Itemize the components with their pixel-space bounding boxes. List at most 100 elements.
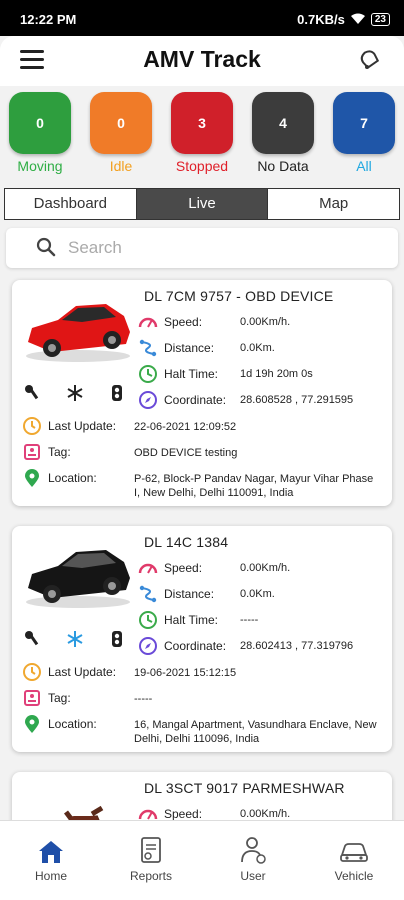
vehicle-card[interactable]: DL 14C 1384 Speed: 0.00Km/h. Distance: 0… [12, 526, 392, 752]
clock-icon [139, 611, 157, 629]
clock-icon [23, 417, 41, 435]
last-update-value: 22-06-2021 12:09:52 [134, 421, 237, 433]
tag-value: OBD DEVICE testing [134, 447, 238, 459]
nav-vehicle[interactable]: Vehicle [314, 831, 394, 883]
speed-row: Speed: 0.00Km/h. [138, 312, 388, 332]
status-filter-all[interactable]: 7 All [332, 92, 396, 174]
clock-icon [23, 663, 41, 681]
speedometer-icon [138, 317, 158, 328]
coordinate-row: Coordinate: 28.608528 , 77.291595 [138, 390, 388, 410]
tab-live[interactable]: Live [136, 189, 269, 219]
status-label: No Data [257, 158, 309, 174]
search-icon [36, 237, 56, 262]
compass-icon [139, 637, 157, 655]
view-tabs: Dashboard Live Map [4, 188, 400, 220]
notification-bell-icon[interactable] [358, 48, 382, 77]
network-speed-text: 0.7KB/s [297, 12, 345, 27]
halt-time-label: Halt Time: [164, 367, 219, 381]
nav-label: Reports [129, 869, 173, 883]
ac-snowflake-icon [67, 385, 83, 401]
nav-label: User [240, 869, 266, 883]
home-icon [11, 831, 91, 865]
status-filter-no-data[interactable]: 4 No Data [251, 92, 315, 174]
distance-row: Distance: 0.0Km. [138, 338, 388, 358]
search-bar [6, 228, 398, 268]
location-value: P-62, Block-P Pandav Nagar, Mayur Vihar … [134, 473, 374, 499]
clock-icon [139, 365, 157, 383]
location-label: Location: [48, 717, 97, 731]
bottom-navigation: Home Reports User Vehicle [0, 820, 404, 900]
clock-text: 12:22 PM [20, 12, 77, 27]
halt-time-row: Halt Time: ----- [138, 610, 388, 630]
status-label: All [356, 158, 372, 174]
speedometer-icon [138, 563, 158, 574]
car-image-icon [26, 550, 130, 608]
distance-label: Distance: [164, 587, 215, 601]
status-filter-stopped[interactable]: 3 Stopped [170, 92, 234, 174]
halt-time-value: ----- [240, 614, 259, 626]
status-tile: 4 [252, 92, 314, 154]
location-pin-icon [25, 469, 39, 487]
location-label: Location: [48, 471, 97, 485]
halt-time-label: Halt Time: [164, 613, 219, 627]
coordinate-label: Coordinate: [164, 639, 227, 653]
vehicle-icon [314, 831, 394, 865]
app-header: AMV Track [0, 36, 404, 86]
nav-user[interactable]: User [213, 831, 293, 883]
coordinate-label: Coordinate: [164, 393, 227, 407]
tag-label: Tag: [48, 445, 71, 459]
nav-label: Home [34, 869, 67, 883]
tag-icon [24, 690, 40, 706]
status-tile: 0 [9, 92, 71, 154]
coordinate-value: 28.602413 , 77.319796 [240, 640, 354, 652]
halt-time-row: Halt Time: 1d 19h 20m 0s [138, 364, 388, 384]
nav-label: Vehicle [334, 869, 374, 883]
wifi-icon [350, 12, 365, 27]
speed-value: 0.00Km/h. [240, 562, 291, 574]
ac-snowflake-icon [67, 631, 83, 647]
status-tile: 7 [333, 92, 395, 154]
reports-icon [111, 831, 191, 865]
last-update-label: Last Update: [48, 665, 117, 679]
system-status-bar: 12:22 PM 0.7KB/s 23 [0, 0, 404, 36]
status-label: Moving [17, 158, 63, 174]
battery-indicator: 23 [370, 13, 390, 26]
door-status-icon [112, 385, 122, 401]
status-label: Idle [109, 158, 133, 174]
coordinate-row: Coordinate: 28.602413 , 77.319796 [138, 636, 388, 656]
tag-value: ----- [134, 693, 153, 705]
distance-label: Distance: [164, 341, 215, 355]
status-filter-moving[interactable]: 0 Moving [8, 92, 72, 174]
status-filter-idle[interactable]: 0 Idle [89, 92, 153, 174]
speed-label: Speed: [164, 561, 203, 575]
speed-value: 0.00Km/h. [240, 316, 291, 328]
tab-dashboard[interactable]: Dashboard [5, 189, 137, 219]
app-title: AMV Track [143, 46, 261, 72]
distance-value: 0.0Km. [240, 588, 275, 600]
ignition-key-icon [25, 631, 39, 646]
car-image-icon [26, 304, 130, 362]
search-input[interactable] [68, 234, 388, 262]
last-update-value: 19-06-2021 15:12:15 [134, 667, 237, 679]
speedometer-icon [138, 809, 158, 820]
nav-reports[interactable]: Reports [111, 831, 191, 883]
speed-value: 0.00Km/h. [240, 808, 291, 820]
nav-home[interactable]: Home [11, 831, 91, 883]
compass-icon [139, 391, 157, 409]
route-icon [139, 339, 157, 357]
vehicle-card[interactable]: DL 3SCT 9017 PARMESHWAR Speed: 0.00Km/h. [12, 772, 392, 820]
vehicle-name: DL 7CM 9757 - OBD DEVICE [144, 288, 334, 304]
speed-row: Speed: 0.00Km/h. [138, 804, 388, 820]
status-tile: 0 [90, 92, 152, 154]
tab-map[interactable]: Map [268, 189, 399, 219]
vehicle-card[interactable]: DL 7CM 9757 - OBD DEVICE Speed: 0.00Km/h… [12, 280, 392, 506]
tag-icon [24, 444, 40, 460]
distance-row: Distance: 0.0Km. [138, 584, 388, 604]
speed-label: Speed: [164, 315, 203, 329]
vehicle-list: DL 7CM 9757 - OBD DEVICE Speed: 0.00Km/h… [0, 276, 404, 820]
coordinate-value: 28.608528 , 77.291595 [240, 394, 354, 406]
ignition-key-icon [25, 385, 39, 400]
route-icon [139, 585, 157, 603]
distance-value: 0.0Km. [240, 342, 275, 354]
vehicle-name: DL 14C 1384 [144, 534, 229, 550]
